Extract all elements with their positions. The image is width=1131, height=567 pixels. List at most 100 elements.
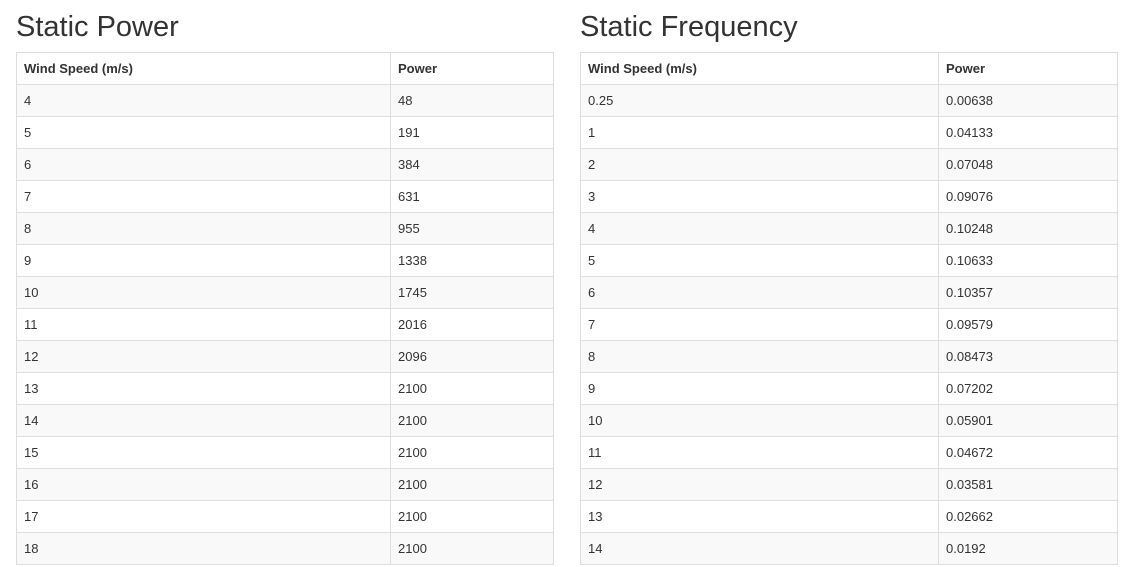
power-cell: 955 [390, 212, 554, 245]
power-cell: 0.09579 [938, 308, 1118, 341]
wind-speed-cell: 7 [16, 180, 391, 213]
power-cell: 0.07048 [938, 148, 1118, 181]
power-cell: 1745 [390, 276, 554, 309]
column-header-power: Power [938, 52, 1118, 85]
wind-speed-cell: 17 [16, 500, 391, 533]
table-header-row: Wind Speed (m/s) Power [580, 52, 1118, 85]
wind-speed-cell: 18 [16, 532, 391, 565]
table-row: 11 0.04672 [580, 436, 1118, 469]
table-row: 18 2100 [16, 532, 554, 565]
table-row: 9 0.07202 [580, 372, 1118, 405]
table-row: 4 0.10248 [580, 212, 1118, 245]
wind-speed-cell: 11 [16, 308, 391, 341]
wind-speed-cell: 10 [580, 404, 939, 437]
table-row: 5 0.10633 [580, 244, 1118, 277]
table-row: 4 48 [16, 84, 554, 117]
table-row: 10 1745 [16, 276, 554, 309]
power-cell: 2100 [390, 500, 554, 533]
power-cell: 0.00638 [938, 84, 1118, 117]
table-row: 8 955 [16, 212, 554, 245]
power-cell: 0.05901 [938, 404, 1118, 437]
table-row: 11 2016 [16, 308, 554, 341]
wind-speed-cell: 4 [16, 84, 391, 117]
power-cell: 0.07202 [938, 372, 1118, 405]
power-cell: 0.10248 [938, 212, 1118, 245]
wind-speed-cell: 8 [580, 340, 939, 373]
wind-speed-cell: 13 [16, 372, 391, 405]
table-row: 6 384 [16, 148, 554, 181]
column-header-wind-speed: Wind Speed (m/s) [16, 52, 391, 85]
wind-speed-cell: 16 [16, 468, 391, 501]
power-cell: 2096 [390, 340, 554, 373]
wind-speed-cell: 5 [16, 116, 391, 149]
power-cell: 384 [390, 148, 554, 181]
table-row: 1 0.04133 [580, 116, 1118, 149]
power-cell: 2100 [390, 372, 554, 405]
power-cell: 48 [390, 84, 554, 117]
wind-speed-cell: 13 [580, 500, 939, 533]
table-row: 14 0.0192 [580, 532, 1118, 565]
table-row: 3 0.09076 [580, 180, 1118, 213]
wind-speed-cell: 11 [580, 436, 939, 469]
static-power-table: Wind Speed (m/s) Power 4 48 5 191 6 384 7 631 8 9… [16, 52, 554, 565]
power-cell: 2100 [390, 532, 554, 565]
power-cell: 1338 [390, 244, 554, 277]
static-frequency-title: Static Frequency [580, 11, 798, 43]
wind-speed-cell: 6 [16, 148, 391, 181]
wind-speed-cell: 9 [16, 244, 391, 277]
wind-speed-cell: 5 [580, 244, 939, 277]
wind-speed-cell: 6 [580, 276, 939, 309]
power-cell: 2100 [390, 436, 554, 469]
wind-speed-cell: 12 [580, 468, 939, 501]
table-row: 5 191 [16, 116, 554, 149]
power-cell: 631 [390, 180, 554, 213]
wind-speed-cell: 12 [16, 340, 391, 373]
wind-speed-cell: 2 [580, 148, 939, 181]
wind-speed-cell: 15 [16, 436, 391, 469]
wind-speed-cell: 1 [580, 116, 939, 149]
power-cell: 0.10633 [938, 244, 1118, 277]
table-row: 13 0.02662 [580, 500, 1118, 533]
wind-speed-cell: 14 [16, 404, 391, 437]
wind-speed-cell: 7 [580, 308, 939, 341]
power-cell: 2100 [390, 468, 554, 501]
table-row: 7 631 [16, 180, 554, 213]
table-row: 12 2096 [16, 340, 554, 373]
column-header-power: Power [390, 52, 554, 85]
wind-speed-cell: 0.25 [580, 84, 939, 117]
wind-speed-cell: 10 [16, 276, 391, 309]
wind-speed-cell: 8 [16, 212, 391, 245]
table-row: 6 0.10357 [580, 276, 1118, 309]
power-cell: 0.04672 [938, 436, 1118, 469]
table-row: 16 2100 [16, 468, 554, 501]
power-cell: 0.08473 [938, 340, 1118, 373]
table-row: 12 0.03581 [580, 468, 1118, 501]
static-power-title: Static Power [16, 11, 179, 43]
power-cell: 2016 [390, 308, 554, 341]
table-row: 2 0.07048 [580, 148, 1118, 181]
static-frequency-panel: Static Frequency Wind Speed (m/s) Power … [580, 0, 1118, 565]
static-power-panel: Static Power Wind Speed (m/s) Power 4 48 5… [16, 0, 554, 565]
wind-speed-cell: 3 [580, 180, 939, 213]
power-cell: 0.04133 [938, 116, 1118, 149]
power-cell: 0.02662 [938, 500, 1118, 533]
power-cell: 0.09076 [938, 180, 1118, 213]
table-row: 15 2100 [16, 436, 554, 469]
table-row: 13 2100 [16, 372, 554, 405]
power-cell: 0.03581 [938, 468, 1118, 501]
table-row: 7 0.09579 [580, 308, 1118, 341]
table-row: 14 2100 [16, 404, 554, 437]
column-header-wind-speed: Wind Speed (m/s) [580, 52, 939, 85]
table-row: 17 2100 [16, 500, 554, 533]
wind-speed-cell: 14 [580, 532, 939, 565]
power-cell: 0.0192 [938, 532, 1118, 565]
table-header-row: Wind Speed (m/s) Power [16, 52, 554, 85]
table-row: 10 0.05901 [580, 404, 1118, 437]
power-cell: 191 [390, 116, 554, 149]
wind-speed-cell: 4 [580, 212, 939, 245]
table-row: 8 0.08473 [580, 340, 1118, 373]
static-frequency-table: Wind Speed (m/s) Power 0.25 0.00638 1 0.041… [580, 52, 1118, 565]
wind-speed-cell: 9 [580, 372, 939, 405]
table-row: 9 1338 [16, 244, 554, 277]
power-cell: 2100 [390, 404, 554, 437]
